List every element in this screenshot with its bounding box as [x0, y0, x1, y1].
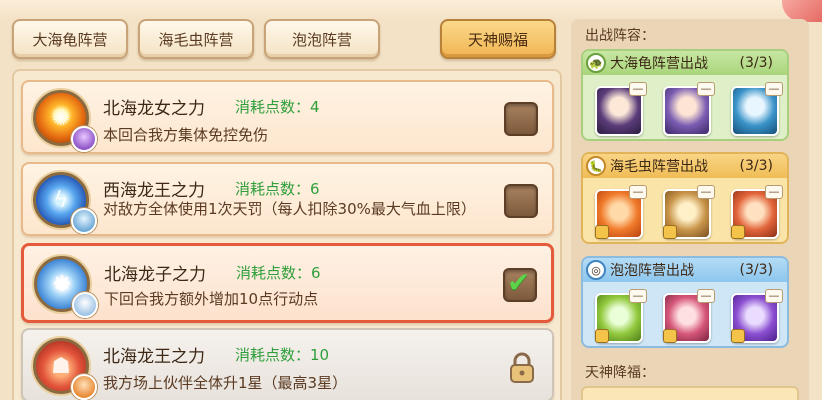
rank-badge-icon: [595, 329, 609, 343]
remove-member-button[interactable]: —: [629, 185, 647, 199]
cost-label: 消耗点数：: [236, 264, 312, 282]
skill-card[interactable]: ✺ 北海龙女之力 消耗点数：4 本回合我方集体免控免伤: [21, 80, 554, 154]
skill-card[interactable]: ϟ 西海龙王之力 消耗点数：6 对敌方全体使用1次天罚（每人扣除30%最大气血上…: [21, 162, 554, 236]
team-title: 海毛虫阵营出战: [610, 159, 708, 175]
cost-value: 4: [310, 98, 320, 116]
checkmark-icon: ✔: [507, 266, 531, 299]
skill-checkbox[interactable]: [504, 184, 538, 218]
lineup-label: 出战阵容：: [585, 28, 655, 44]
tab-turtle-camp[interactable]: 大海龟阵营: [12, 19, 128, 59]
cost-label: 消耗点数：: [235, 346, 311, 364]
remove-member-button[interactable]: —: [697, 82, 715, 96]
remove-member-button[interactable]: —: [629, 289, 647, 303]
skill-checkbox-checked[interactable]: ✔: [503, 266, 537, 302]
skill-name: 北海龙女之力: [103, 99, 205, 119]
team-caterpillar: 🐛 海毛虫阵营出战 (3/3) — — —: [581, 152, 789, 244]
team-count: (3/3): [739, 262, 773, 278]
team-header: ◎ 泡泡阵营出战 (3/3): [583, 258, 787, 282]
skill-cost: 消耗点数：10: [235, 344, 329, 365]
remove-member-button[interactable]: —: [697, 185, 715, 199]
team-bubble: ◎ 泡泡阵营出战 (3/3) — — —: [581, 256, 789, 348]
rank-badge-icon: [731, 225, 745, 239]
hero-avatar-icon: [71, 208, 97, 234]
skill-card-selected[interactable]: ❋ 北海龙子之力 消耗点数：6 下回合我方额外增加10点行动点 ✔: [21, 243, 554, 323]
top-background: [0, 0, 822, 20]
skill-description: 下回合我方额外增加10点行动点: [104, 290, 319, 308]
rank-badge-icon: [663, 225, 677, 239]
blessing-label: 天神降福：: [585, 365, 655, 381]
team-member[interactable]: —: [663, 289, 715, 343]
rank-badge-icon: [663, 329, 677, 343]
team-member[interactable]: —: [731, 82, 783, 136]
skill-cost: 消耗点数：6: [236, 262, 321, 283]
hero-avatar-icon: [71, 374, 97, 400]
remove-member-button[interactable]: —: [765, 289, 783, 303]
team-member[interactable]: —: [731, 289, 783, 343]
lock-icon: [510, 352, 534, 383]
team-header: 🐛 海毛虫阵营出战 (3/3): [583, 154, 787, 178]
caterpillar-emblem-icon: 🐛: [586, 156, 606, 176]
hero-avatar-icon: [72, 292, 98, 318]
tab-caterpillar-camp[interactable]: 海毛虫阵营: [138, 19, 254, 59]
skill-card-locked[interactable]: ☗ 北海龙王之力 消耗点数：10 我方场上伙伴全体升1星（最高3星）: [21, 328, 554, 400]
team-member[interactable]: —: [595, 82, 647, 136]
skill-description: 我方场上伙伴全体升1星（最高3星）: [103, 374, 348, 392]
team-title: 大海龟阵营出战: [610, 56, 708, 72]
skill-description: 对敌方全体使用1次天罚（每人扣除30%最大气血上限）: [103, 200, 476, 218]
team-header: 🐢 大海龟阵营出战 (3/3): [583, 51, 787, 75]
remove-member-button[interactable]: —: [765, 185, 783, 199]
remove-member-button[interactable]: —: [629, 82, 647, 96]
tab-bubble-camp[interactable]: 泡泡阵营: [264, 19, 380, 59]
hero-avatar-icon: [71, 126, 97, 152]
skill-name: 北海龙王之力: [103, 347, 205, 367]
team-count: (3/3): [739, 55, 773, 71]
rank-badge-icon: [595, 225, 609, 239]
cost-value: 10: [310, 346, 330, 364]
team-member[interactable]: —: [595, 185, 647, 239]
team-member[interactable]: —: [663, 185, 715, 239]
team-member[interactable]: —: [595, 289, 647, 343]
tab-divine-blessing[interactable]: 天神赐福: [440, 19, 556, 59]
cost-value: 6: [311, 264, 321, 282]
team-member[interactable]: —: [731, 185, 783, 239]
blessing-slot[interactable]: [581, 386, 799, 400]
bubble-emblem-icon: ◎: [586, 260, 606, 280]
skill-checkbox[interactable]: [504, 102, 538, 136]
team-member[interactable]: —: [663, 82, 715, 136]
rank-badge-icon: [731, 329, 745, 343]
team-count: (3/3): [739, 158, 773, 174]
cost-label: 消耗点数：: [235, 180, 311, 198]
skill-name: 西海龙王之力: [103, 181, 205, 201]
turtle-emblem-icon: 🐢: [586, 53, 606, 73]
remove-member-button[interactable]: —: [697, 289, 715, 303]
skill-cost: 消耗点数：6: [235, 178, 320, 199]
remove-member-button[interactable]: —: [765, 82, 783, 96]
team-turtle: 🐢 大海龟阵营出战 (3/3) — — —: [581, 49, 789, 141]
cost-value: 6: [310, 180, 320, 198]
team-title: 泡泡阵营出战: [610, 263, 694, 279]
skill-name: 北海龙子之力: [104, 265, 206, 285]
skill-cost: 消耗点数：4: [235, 96, 320, 117]
skill-description: 本回合我方集体免控免伤: [103, 126, 269, 144]
cost-label: 消耗点数：: [235, 98, 311, 116]
